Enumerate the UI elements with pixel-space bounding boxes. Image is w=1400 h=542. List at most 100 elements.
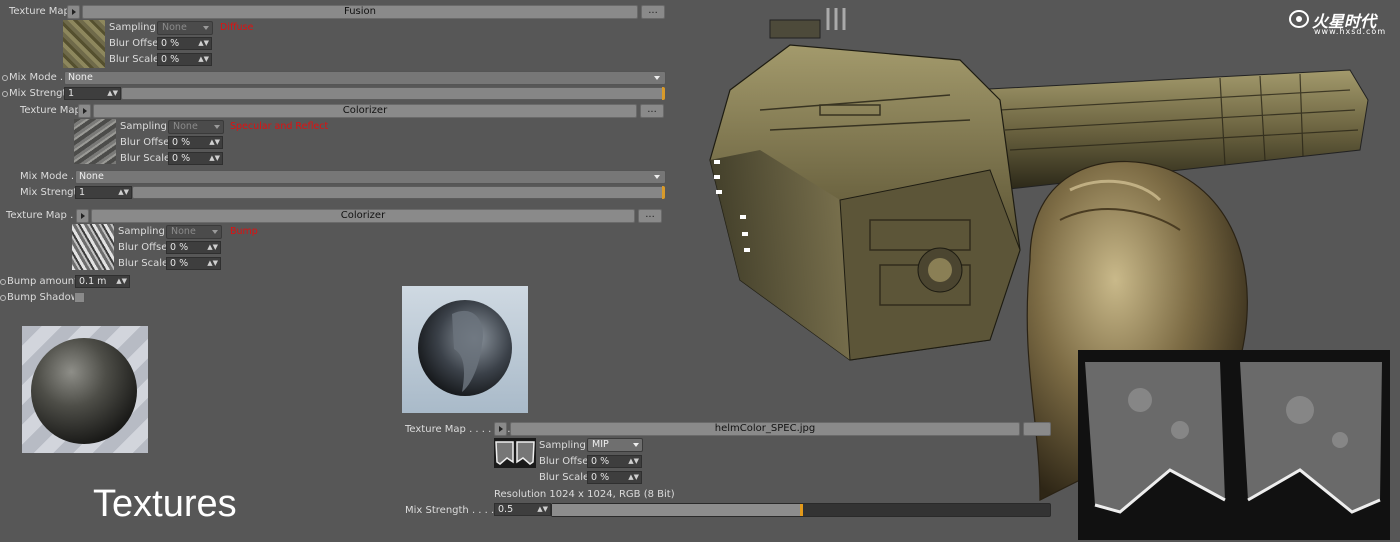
- blur-offset-value: 0 %: [591, 456, 610, 467]
- chevron-down-icon: [214, 125, 220, 129]
- sampling-value: None: [162, 22, 187, 33]
- blur-scale-value: 0 %: [172, 153, 191, 164]
- slider-handle[interactable]: [800, 504, 803, 516]
- texture-file-more-button[interactable]: [1023, 422, 1051, 436]
- colorizer-more-button[interactable]: ...: [640, 104, 664, 118]
- resolution-text: Resolution 1024 x 1024, RGB (8 Bit): [494, 489, 675, 500]
- bump-amount-bullet-icon: [0, 279, 6, 285]
- sampling-dropdown[interactable]: MIP: [587, 438, 643, 452]
- specular-note: Specular and Reflect: [230, 121, 329, 132]
- mix-mode-dropdown[interactable]: None: [64, 71, 666, 85]
- fusion-shader-button[interactable]: Fusion: [82, 5, 638, 19]
- mix-mode-label: Mix Mode . .: [20, 171, 81, 182]
- spinner-icon: ▲▼: [107, 89, 118, 97]
- bump-amount-label: Bump amount: [7, 276, 79, 287]
- texture-map-label: Texture Map: [20, 105, 81, 116]
- blur-scale-label: Blur Scale: [539, 472, 590, 483]
- mix-strength-field[interactable]: 1 ▲▼: [75, 186, 132, 199]
- sampling-label: Sampling: [109, 22, 156, 33]
- helm-spec-texture-thumbnail: [494, 438, 536, 468]
- blur-offset-label: Blur Offset: [539, 456, 593, 467]
- blur-offset-value: 0 %: [172, 137, 191, 148]
- blur-scale-value: 0 %: [170, 258, 189, 269]
- specular-texture-thumbnail: [74, 119, 116, 164]
- mix-strength-field[interactable]: 0.5 ▲▼: [494, 503, 551, 516]
- sampling-label: Sampling: [539, 440, 586, 451]
- blur-scale-field[interactable]: 0 % ▲▼: [166, 257, 221, 270]
- sampling-dropdown[interactable]: None: [166, 225, 222, 239]
- spinner-icon: ▲▼: [198, 39, 209, 47]
- chevron-down-icon: [654, 175, 660, 179]
- mix-strength-field[interactable]: 1 ▲▼: [64, 87, 121, 100]
- spinner-icon: ▲▼: [118, 188, 129, 196]
- spinner-icon: ▲▼: [628, 457, 639, 465]
- mix-strength-value: 1: [79, 187, 86, 198]
- texture-map-menu-button[interactable]: [78, 104, 91, 118]
- material-sphere: [31, 338, 137, 444]
- mix-strength-slider[interactable]: [121, 87, 665, 100]
- diffuse-texture-thumbnail: [63, 20, 105, 68]
- texture-map-menu-button[interactable]: [494, 422, 507, 436]
- bump-amount-field[interactable]: 0.1 m ▲▼: [75, 275, 130, 288]
- blur-scale-label: Blur Scale: [118, 258, 169, 269]
- blur-offset-field[interactable]: 0 % ▲▼: [166, 241, 221, 254]
- spinner-icon: ▲▼: [209, 154, 220, 162]
- sampling-dropdown[interactable]: None: [157, 21, 213, 35]
- slider-fill: [662, 186, 665, 199]
- blur-scale-field[interactable]: 0 % ▲▼: [157, 53, 212, 66]
- blur-scale-field[interactable]: 0 % ▲▼: [587, 471, 642, 484]
- bump-shadows-label: Bump Shadows: [7, 292, 85, 303]
- blur-offset-field[interactable]: 0 % ▲▼: [587, 455, 642, 468]
- blur-scale-label: Blur Scale: [120, 153, 171, 164]
- bump-shadows-checkbox[interactable]: [74, 292, 85, 303]
- texture-map-menu-button[interactable]: [67, 5, 80, 19]
- fusion-more-button[interactable]: ...: [641, 5, 665, 19]
- spinner-icon: ▲▼: [207, 243, 218, 251]
- spinner-icon: ▲▼: [116, 277, 127, 285]
- spaceship-render: [709, 8, 1390, 540]
- sampling-label: Sampling: [120, 121, 167, 132]
- colorizer-shader-button[interactable]: Colorizer: [93, 104, 637, 118]
- sampling-value: MIP: [592, 439, 609, 450]
- mix-mode-value: None: [79, 171, 104, 182]
- bump-colorizer-shader-button[interactable]: Colorizer: [91, 209, 635, 223]
- mix-strength-bullet-icon: [2, 91, 8, 97]
- page-title: Textures: [93, 483, 237, 525]
- sampling-value: None: [171, 226, 196, 237]
- blur-scale-label: Blur Scale: [109, 54, 160, 65]
- texture-map-label: Texture Map: [9, 6, 70, 17]
- diffuse-note: Diffuse: [220, 22, 254, 33]
- texture-preview-icon: [495, 441, 535, 465]
- blur-offset-label: Blur Offset: [118, 242, 172, 253]
- mix-strength-slider[interactable]: [551, 503, 1051, 517]
- spinner-icon: ▲▼: [209, 138, 220, 146]
- mix-mode-dropdown[interactable]: None: [75, 170, 666, 184]
- blur-scale-value: 0 %: [591, 472, 610, 483]
- texture-map-menu-button[interactable]: [76, 209, 89, 223]
- blur-offset-value: 0 %: [170, 242, 189, 253]
- mix-mode-label: Mix Mode . .: [9, 72, 70, 83]
- mix-strength-value: 1: [68, 88, 75, 99]
- texture-map-label: Texture Map . . .: [6, 210, 86, 221]
- bump-shadows-bullet-icon: [0, 295, 6, 301]
- mix-mode-value: None: [68, 72, 93, 83]
- mix-strength-slider[interactable]: [132, 186, 665, 199]
- blur-scale-field[interactable]: 0 % ▲▼: [168, 152, 223, 165]
- slider-fill: [662, 87, 665, 100]
- blur-offset-field[interactable]: 0 % ▲▼: [157, 37, 212, 50]
- chevron-down-icon: [633, 443, 639, 447]
- blur-offset-value: 0 %: [161, 38, 180, 49]
- blur-offset-label: Blur Offset: [109, 38, 163, 49]
- spinner-icon: ▲▼: [628, 473, 639, 481]
- blur-offset-field[interactable]: 0 % ▲▼: [168, 136, 223, 149]
- bump-amount-value: 0.1 m: [79, 276, 107, 287]
- texture-file-button[interactable]: helmColor_SPEC.jpg: [510, 422, 1020, 436]
- chevron-down-icon: [203, 26, 209, 30]
- spinner-icon: ▲▼: [537, 505, 548, 513]
- helmet-shape-icon: [452, 310, 483, 392]
- bump-colorizer-more-button[interactable]: ...: [638, 209, 662, 223]
- chevron-down-icon: [212, 230, 218, 234]
- sampling-dropdown[interactable]: None: [168, 120, 224, 134]
- chevron-down-icon: [654, 76, 660, 80]
- spinner-icon: ▲▼: [198, 55, 209, 63]
